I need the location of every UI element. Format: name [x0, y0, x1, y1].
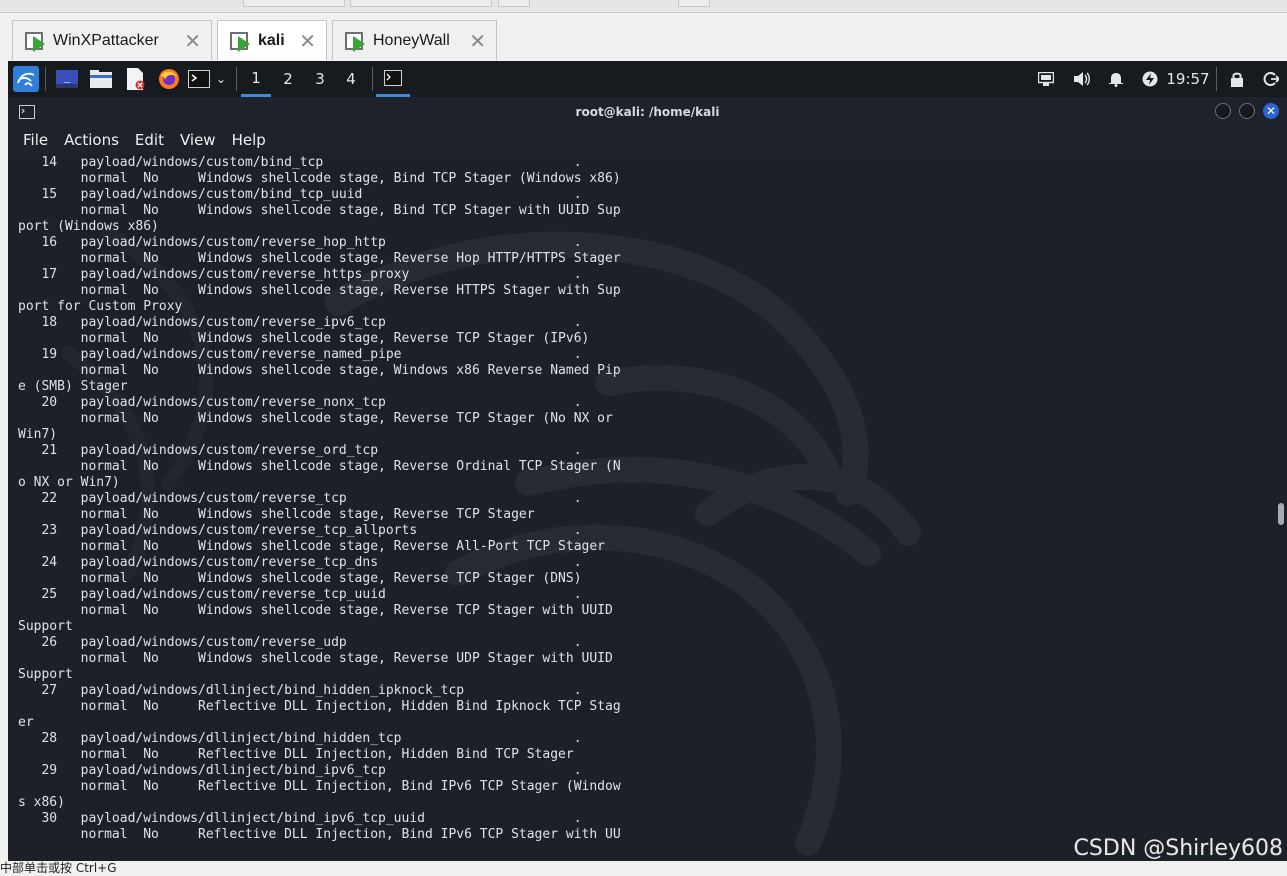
terminal-line: normal No Windows shellcode stage, Rever… — [18, 459, 621, 474]
terminal-line: 24 payload/windows/custom/reverse_tcp_dn… — [18, 555, 582, 570]
menu-file[interactable]: File — [23, 131, 48, 149]
desktop-icon[interactable] — [53, 61, 81, 97]
terminal-line: 19 payload/windows/custom/reverse_named_… — [18, 347, 582, 362]
workspace-2[interactable]: 2 — [273, 61, 303, 97]
vm-icon — [25, 30, 47, 52]
terminal-line: er — [18, 715, 34, 730]
terminal-line: normal No Windows shellcode stage, Rever… — [18, 251, 621, 266]
terminal-line: 28 payload/windows/dllinject/bind_hidden… — [18, 731, 582, 746]
vm-tab-kali[interactable]: kali ✕ — [217, 20, 327, 60]
close-icon[interactable]: ✕ — [299, 29, 316, 53]
terminal-line: normal No Reflective DLL Injection, Hidd… — [18, 747, 574, 762]
terminal-line: port (Windows x86) — [18, 219, 159, 234]
vm-icon — [230, 30, 252, 52]
vm-tab-label: kali — [258, 31, 285, 49]
terminal-line: 29 payload/windows/dllinject/bind_ipv6_t… — [18, 763, 582, 778]
terminal-menubar: File Actions Edit View Help — [8, 127, 1287, 153]
terminal-line: Win7) — [18, 427, 58, 442]
notification-bell-icon[interactable] — [1103, 61, 1129, 97]
terminal-line: 16 payload/windows/custom/reverse_hop_ht… — [18, 235, 582, 250]
terminal-line: normal No Windows shellcode stage, Rever… — [18, 651, 613, 666]
firefox-icon[interactable] — [155, 61, 183, 97]
terminal-line: normal No Reflective DLL Injection, Bind… — [18, 827, 621, 842]
terminal-line: 18 payload/windows/custom/reverse_ipv6_t… — [18, 315, 582, 330]
menu-view[interactable]: View — [180, 131, 216, 149]
close-button[interactable]: ✕ — [1263, 103, 1279, 119]
scrollbar[interactable] — [1278, 503, 1284, 525]
terminal-line: 27 payload/windows/dllinject/bind_hidden… — [18, 683, 582, 698]
workspace-1[interactable]: 1 — [241, 61, 271, 97]
terminal-line: 30 payload/windows/dllinject/bind_ipv6_t… — [18, 811, 582, 826]
minimize-button[interactable] — [1215, 103, 1231, 119]
close-icon[interactable]: ✕ — [184, 29, 201, 53]
terminal-line: 25 payload/windows/custom/reverse_tcp_uu… — [18, 587, 582, 602]
terminal-line: 14 payload/windows/custom/bind_tcp . — [18, 155, 582, 170]
lock-icon[interactable] — [1224, 61, 1250, 97]
terminal-line: 23 payload/windows/custom/reverse_tcp_al… — [18, 523, 582, 538]
vm-tab-label: HoneyWall — [373, 31, 450, 49]
terminal-line: Support — [18, 619, 73, 634]
taskbar-terminal-window[interactable] — [376, 61, 410, 97]
menu-help[interactable]: Help — [232, 131, 266, 149]
panel-clock[interactable]: 19:57 — [1165, 61, 1211, 97]
vm-tab-honeywall[interactable]: HoneyWall ✕ — [332, 20, 497, 60]
terminal-window: root@kali: /home/kali ✕ File Actions Edi… — [8, 97, 1287, 861]
kali-menu-icon[interactable] — [12, 61, 40, 97]
workspace-4[interactable]: 4 — [336, 61, 366, 97]
terminal-line: port for Custom Proxy — [18, 299, 183, 314]
terminal-line: normal No Reflective DLL Injection, Hidd… — [18, 699, 621, 714]
terminal-icon[interactable] — [186, 61, 212, 97]
terminal-line: normal No Windows shellcode stage, Rever… — [18, 539, 605, 554]
terminal-line: normal No Reflective DLL Injection, Bind… — [18, 779, 621, 794]
vm-toolbar-remnant — [0, 0, 1287, 13]
logout-icon[interactable] — [1258, 61, 1284, 97]
volume-icon[interactable] — [1069, 61, 1095, 97]
close-icon[interactable]: ✕ — [469, 29, 486, 53]
watermark: CSDN @Shirley608 — [1073, 836, 1283, 861]
terminal-line: normal No Windows shellcode stage, Bind … — [18, 203, 621, 218]
terminal-output[interactable]: 14 payload/windows/custom/bind_tcp . nor… — [8, 153, 1287, 861]
vm-tab-label: WinXPattacker — [53, 31, 159, 49]
power-manager-icon[interactable] — [1137, 61, 1163, 97]
terminal-line: normal No Windows shellcode stage, Bind … — [18, 171, 621, 186]
menu-actions[interactable]: Actions — [64, 131, 119, 149]
terminal-line: 17 payload/windows/custom/reverse_https_… — [18, 267, 582, 282]
maximize-button[interactable] — [1239, 103, 1255, 119]
network-icon[interactable] — [1033, 61, 1059, 97]
terminal-line: 20 payload/windows/custom/reverse_nonx_t… — [18, 395, 582, 410]
terminal-line: normal No Windows shellcode stage, Rever… — [18, 571, 582, 586]
vm-icon — [345, 30, 367, 52]
kali-top-panel: ⌄ 1 2 3 4 19:57 — [8, 61, 1287, 97]
terminal-line: normal No Windows shellcode stage, Rever… — [18, 411, 613, 426]
menu-edit[interactable]: Edit — [135, 131, 164, 149]
status-hint: 中部单击或按 Ctrl+G — [0, 861, 117, 875]
vm-status-bar: 中部单击或按 Ctrl+G — [0, 861, 1287, 875]
terminal-line: 15 payload/windows/custom/bind_tcp_uuid … — [18, 187, 582, 202]
terminal-line: normal No Windows shellcode stage, Rever… — [18, 283, 621, 298]
vm-tab-winxpattacker[interactable]: WinXPattacker ✕ — [12, 20, 212, 60]
terminal-line: s x86) — [18, 795, 65, 810]
terminal-line: Support — [18, 667, 73, 682]
terminal-line: 22 payload/windows/custom/reverse_tcp . — [18, 491, 582, 506]
terminal-titlebar: root@kali: /home/kali ✕ — [8, 97, 1287, 127]
text-editor-icon[interactable] — [121, 61, 149, 97]
file-manager-icon[interactable] — [87, 61, 115, 97]
terminal-line: e (SMB) Stager — [18, 379, 128, 394]
vm-tab-bar: WinXPattacker ✕ kali ✕ HoneyWall ✕ — [0, 0, 1287, 60]
terminal-line: normal No Windows shellcode stage, Rever… — [18, 507, 535, 522]
terminal-text: 14 payload/windows/custom/bind_tcp . nor… — [18, 155, 621, 843]
terminal-line: 26 payload/windows/custom/reverse_udp . — [18, 635, 582, 650]
terminal-line: normal No Windows shellcode stage, Rever… — [18, 603, 613, 618]
terminal-title: root@kali: /home/kali — [575, 105, 720, 119]
chevron-down-icon[interactable]: ⌄ — [212, 61, 230, 97]
terminal-line: normal No Windows shellcode stage, Windo… — [18, 363, 621, 378]
terminal-line: 21 payload/windows/custom/reverse_ord_tc… — [18, 443, 582, 458]
terminal-line: normal No Windows shellcode stage, Rever… — [18, 331, 590, 346]
workspace-3[interactable]: 3 — [305, 61, 335, 97]
terminal-line: o NX or Win7) — [18, 475, 120, 490]
